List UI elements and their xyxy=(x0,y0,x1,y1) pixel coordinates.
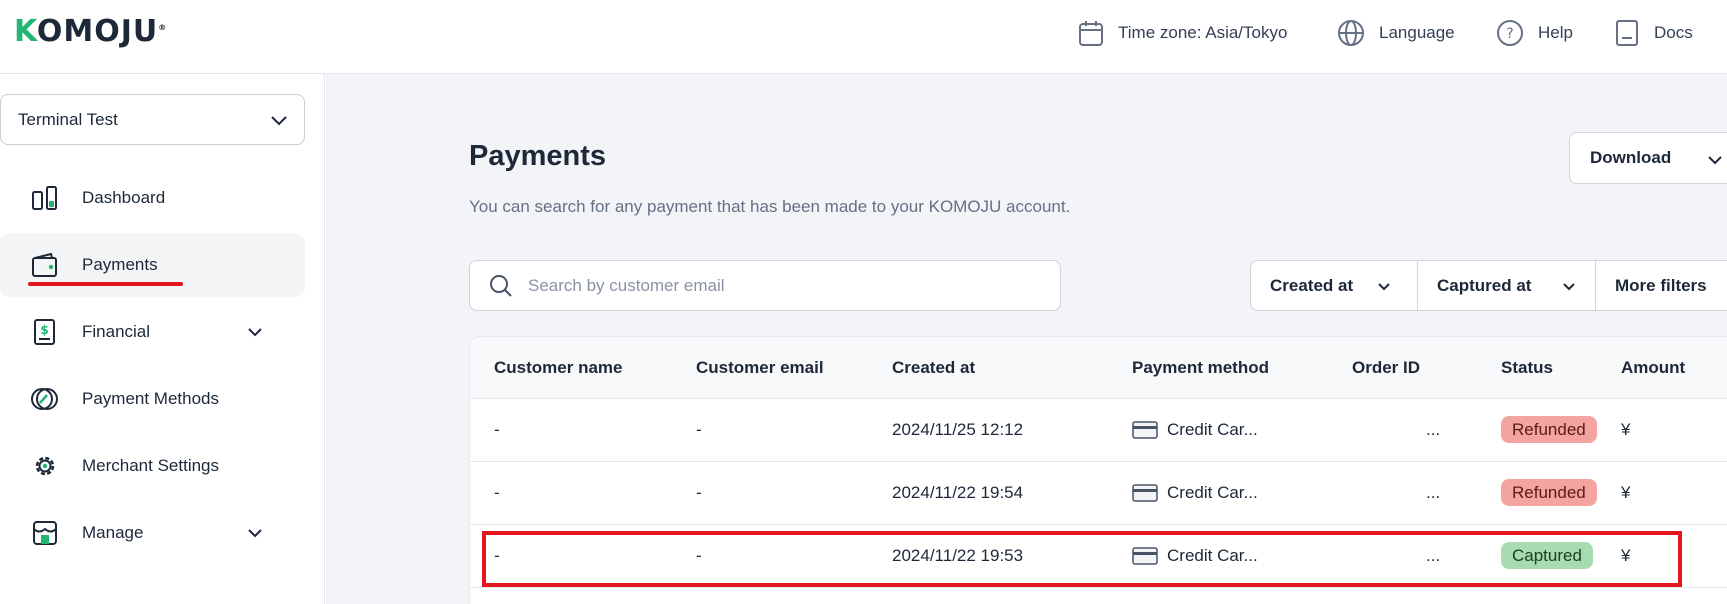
filter-more[interactable]: More filters xyxy=(1596,260,1727,311)
calendar-icon xyxy=(1079,21,1103,46)
table-row[interactable]: - - 2024/11/22 19:54 Credit Car... ... R… xyxy=(470,462,1727,525)
cell-order-id: ... xyxy=(1426,483,1441,502)
cell-amount: ¥ xyxy=(1621,420,1631,439)
search-input[interactable] xyxy=(528,273,1038,299)
main-content: Payments You can search for any payment … xyxy=(326,74,1727,604)
status-badge: Refunded xyxy=(1501,479,1597,506)
cell-amount: ¥ xyxy=(1621,483,1631,502)
sidebar-item-label: Merchant Settings xyxy=(82,456,220,475)
timezone-button[interactable]: Time zone: Asia/Tokyo xyxy=(1078,18,1287,48)
credit-card-icon xyxy=(1132,421,1158,439)
language-button[interactable]: Language xyxy=(1337,18,1455,48)
sidebar-item-label: Payments xyxy=(82,255,158,274)
sidebar-item-merchant-settings[interactable]: Merchant Settings xyxy=(0,434,305,498)
download-button[interactable]: Download xyxy=(1569,132,1727,184)
merchant-select[interactable]: Terminal Test xyxy=(0,94,305,145)
cell-amount: ¥ xyxy=(1621,546,1631,565)
download-label: Download xyxy=(1590,148,1672,167)
page-title: Payments xyxy=(469,140,607,172)
store-icon xyxy=(33,521,57,545)
komoju-logo[interactable]: KOMOJU® xyxy=(14,14,167,49)
credit-card-icon xyxy=(1132,547,1158,565)
cell-payment-method: Credit Car... xyxy=(1132,420,1258,440)
docs-button[interactable]: Docs xyxy=(1614,18,1693,48)
dashboard-icon xyxy=(32,186,57,210)
sidebar-item-label: Dashboard xyxy=(82,188,166,207)
filter-created-at[interactable]: Created at xyxy=(1250,260,1418,311)
help-label: Help xyxy=(1538,23,1573,42)
column-header[interactable]: Created at xyxy=(892,358,975,378)
cell-customer-email: - xyxy=(696,546,702,565)
column-header[interactable]: Customer name xyxy=(494,358,622,378)
globe-icon xyxy=(1338,20,1364,46)
cell-created-at: 2024/11/22 19:54 xyxy=(892,483,1024,502)
search-icon xyxy=(490,275,512,297)
sidebar-item-dashboard[interactable]: Dashboard xyxy=(0,166,305,230)
filter-label: Captured at xyxy=(1437,275,1532,295)
merchant-select-value: Terminal Test xyxy=(18,109,118,129)
top-header: KOMOJU® Time zone: Asia/Tokyo Language ?… xyxy=(0,0,1727,74)
cell-customer-name: - xyxy=(494,420,500,439)
sidebar-item-manage[interactable]: Manage xyxy=(0,501,305,565)
help-button[interactable]: ? Help xyxy=(1496,18,1573,48)
sidebar-item-payments[interactable]: Payments xyxy=(0,233,305,297)
cell-created-at: 2024/11/25 12:12 xyxy=(892,420,1024,439)
gear-icon xyxy=(35,456,55,476)
annotation-underline xyxy=(28,282,183,286)
cell-payment-method: Credit Car... xyxy=(1132,546,1258,566)
column-header[interactable]: Payment method xyxy=(1132,358,1269,378)
status-badge: Refunded xyxy=(1501,416,1597,443)
table-header: Customer name Customer email Created at … xyxy=(470,337,1727,399)
table-row[interactable]: - - 2024/11/22 19:53 Credit Car... ... C… xyxy=(470,525,1727,588)
cell-customer-email: - xyxy=(696,420,702,439)
credit-card-icon xyxy=(1132,484,1158,502)
sidebar-item-label: Manage xyxy=(82,523,144,542)
sidebar-item-label: Financial xyxy=(82,322,151,341)
document-icon xyxy=(1616,20,1638,46)
cell-customer-email: - xyxy=(696,483,702,502)
sidebar-item-label: Payment Methods xyxy=(82,389,220,408)
column-header[interactable]: Status xyxy=(1501,358,1553,378)
ledger-icon: $ xyxy=(34,319,55,345)
docs-label: Docs xyxy=(1654,23,1693,42)
filter-label: Created at xyxy=(1270,275,1354,295)
cell-order-id: ... xyxy=(1426,546,1441,565)
sidebar: Terminal Test Dashboard Payments $ Finan… xyxy=(0,74,325,604)
filter-captured-at[interactable]: Captured at xyxy=(1418,260,1596,311)
column-header[interactable]: Amount xyxy=(1621,358,1685,378)
page-subtitle: You can search for any payment that has … xyxy=(469,197,1071,216)
svg-text:$: $ xyxy=(40,323,48,337)
cell-payment-method: Credit Car... xyxy=(1132,483,1258,503)
payments-table: Customer name Customer email Created at … xyxy=(469,336,1727,604)
timezone-label: Time zone: Asia/Tokyo xyxy=(1118,23,1288,42)
chevron-down-icon xyxy=(248,529,262,538)
filter-bar: Created at Captured at More filters xyxy=(1250,260,1727,311)
cell-order-id: ... xyxy=(1426,420,1441,439)
table-row[interactable]: - - 2024/11/25 12:12 Credit Car... ... R… xyxy=(470,399,1727,462)
chevron-down-icon xyxy=(1708,156,1722,165)
cell-customer-name: - xyxy=(494,483,500,502)
svg-text:?: ? xyxy=(1506,26,1513,42)
payment-methods-icon xyxy=(31,388,58,410)
chevron-down-icon xyxy=(1563,283,1575,291)
language-label: Language xyxy=(1379,23,1455,42)
chevron-down-icon xyxy=(248,328,262,337)
search-box xyxy=(469,260,1061,311)
status-badge: Captured xyxy=(1501,542,1593,569)
wallet-icon xyxy=(32,252,57,277)
sidebar-item-payment-methods[interactable]: Payment Methods xyxy=(0,367,305,431)
column-header[interactable]: Order ID xyxy=(1352,358,1420,378)
help-icon: ? xyxy=(1497,20,1523,46)
cell-created-at: 2024/11/22 19:53 xyxy=(892,546,1024,565)
chevron-down-icon xyxy=(271,116,287,126)
column-header[interactable]: Customer email xyxy=(696,358,824,378)
chevron-down-icon xyxy=(1378,283,1390,291)
cell-customer-name: - xyxy=(494,546,500,565)
sidebar-item-financial[interactable]: $ Financial xyxy=(0,300,305,364)
filter-label: More filters xyxy=(1615,275,1707,295)
